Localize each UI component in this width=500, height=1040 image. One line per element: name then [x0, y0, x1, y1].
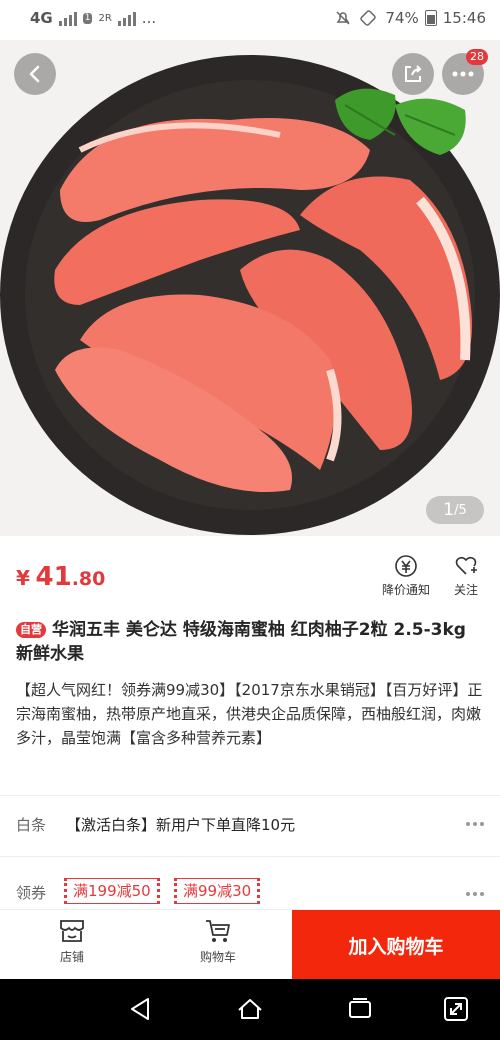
sim2-label: 2R: [98, 12, 112, 24]
coupon-label: 领券: [16, 884, 47, 902]
price-row: ¥ 41.80 降价通知 关注: [0, 546, 500, 606]
price-alert-button[interactable]: 降价通知: [376, 554, 436, 598]
product-title: 自营 华润五丰 美仑达 特级海南蜜柚 红肉柚子2粒 2.5-3kg 新鲜水果: [16, 618, 484, 666]
mute-icon: [336, 11, 350, 25]
vibrate-icon: [360, 10, 377, 26]
self-operated-tag: 自营: [16, 622, 46, 638]
baitiao-label: 白条: [16, 816, 47, 834]
status-bar: 4G 1 2R ... 74% 15:46: [0, 0, 500, 40]
price-integer: 41: [35, 562, 72, 592]
follow-button[interactable]: 关注: [436, 554, 496, 598]
more-dots-icon[interactable]: [466, 892, 484, 896]
sim-badge: 1: [82, 12, 93, 24]
back-button[interactable]: [14, 53, 56, 95]
pomelo-product-image: [0, 40, 500, 536]
cart-label: 购物车: [199, 950, 236, 964]
share-icon: [405, 65, 422, 82]
battery-icon: [424, 10, 437, 26]
nav-back-icon[interactable]: [126, 995, 154, 1023]
product-price: ¥ 41.80: [16, 562, 105, 592]
share-button[interactable]: [392, 53, 434, 95]
add-to-cart-button[interactable]: 加入购物车: [292, 910, 500, 980]
divider: [0, 795, 500, 796]
more-icon: [452, 71, 474, 77]
clock: 15:46: [442, 9, 486, 27]
nav-recents-icon[interactable]: [346, 995, 374, 1023]
baitiao-row[interactable]: 白条 【激活白条】新用户下单直降10元: [0, 800, 500, 848]
image-counter-total: /5: [454, 502, 467, 518]
nav-screenshot-icon[interactable]: [442, 995, 470, 1023]
product-image-carousel[interactable]: 28 1/5: [0, 40, 500, 536]
cart-button[interactable]: 购物车: [178, 918, 258, 965]
system-nav-bar: [0, 979, 500, 1040]
more-button[interactable]: 28: [442, 49, 488, 95]
price-alert-icon: [395, 555, 417, 577]
bottom-action-bar: 店铺 购物车 加入购物车: [0, 909, 500, 980]
back-icon: [29, 65, 40, 83]
price-alert-label: 降价通知: [381, 583, 430, 597]
signal-icon: [58, 10, 77, 26]
shop-button[interactable]: 店铺: [32, 918, 112, 965]
status-more: ...: [141, 9, 157, 27]
more-dots-icon[interactable]: [466, 822, 484, 826]
follow-label: 关注: [453, 583, 478, 597]
signal-icon-2: [117, 10, 136, 26]
divider: [0, 856, 500, 857]
heart-icon: [455, 556, 477, 575]
shop-icon: [60, 920, 84, 942]
baitiao-text: 【激活白条】新用户下单直降10元: [66, 816, 296, 834]
product-title-text: 华润五丰 美仑达 特级海南蜜柚 红肉柚子2粒 2.5-3kg 新鲜水果: [16, 620, 466, 664]
message-count-badge: 28: [466, 49, 488, 65]
coupon-199-50[interactable]: 满199减50: [64, 878, 160, 904]
shop-label: 店铺: [59, 950, 84, 964]
battery-percent: 74%: [385, 9, 419, 27]
coupon-99-30[interactable]: 满99减30: [174, 878, 261, 904]
nav-home-icon[interactable]: [236, 995, 264, 1023]
price-decimal: .80: [71, 568, 106, 590]
image-counter-current: 1: [443, 500, 455, 520]
cart-icon: [206, 920, 230, 942]
image-counter: 1/5: [426, 496, 484, 524]
price-currency: ¥: [16, 566, 30, 590]
network-type: 4G: [30, 9, 53, 27]
product-description: 【超人气网红！领券满99减30】【2017京东水果销冠】【百万好评】正宗海南蜜柚…: [16, 681, 483, 747]
